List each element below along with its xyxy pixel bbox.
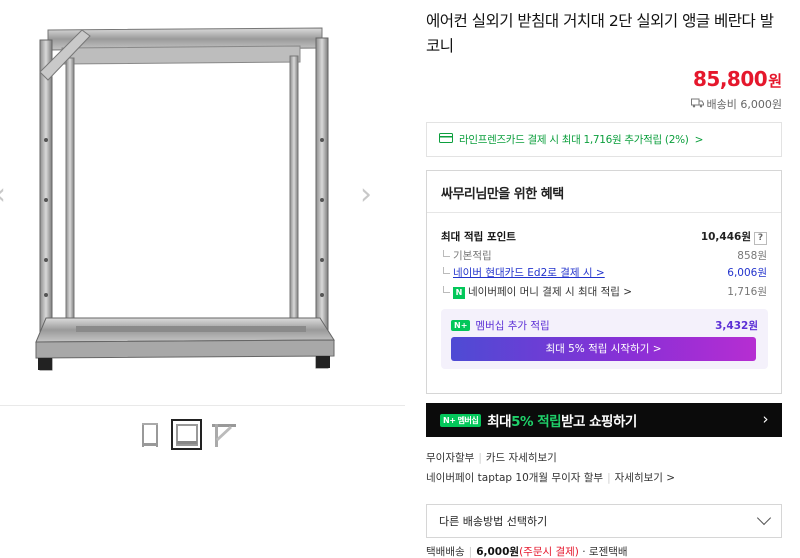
- points-row-value: 1,716원: [727, 286, 767, 298]
- promo-arrow-icon: ›: [762, 410, 769, 428]
- membership-label: 멤버십 추가 적립: [475, 320, 550, 332]
- card-detail-link[interactable]: 카드 자세히보기: [486, 452, 557, 464]
- points-row-value: 858원: [737, 250, 767, 262]
- product-gallery: ‹ ›: [0, 0, 405, 558]
- help-icon[interactable]: ?: [754, 232, 767, 245]
- max-points-row: 최대 적립 포인트 10,446원?: [441, 229, 767, 245]
- price-row: 85,800 원: [693, 67, 782, 91]
- nplus-membership-badge: N+ 멤버십: [440, 413, 482, 427]
- points-row-label: 네이버페이 머니 결제 시 최대 적립 >: [468, 286, 633, 298]
- points-row-card: 네이버 현대카드 Ed2로 결제 시 > 6,006원: [441, 265, 767, 280]
- benefit-box: 싸무리님만을 위한 혜택 최대 적립 포인트 10,446원? 기본적립 858…: [426, 170, 782, 394]
- card-benefit-banner[interactable]: 라인프렌즈카드 결제 시 최대 1,716원 추가적립 (2%) >: [426, 122, 782, 157]
- shipping-fee-text: 배송비 6,000원: [706, 98, 782, 111]
- shipping-type: 택배배송: [426, 546, 465, 558]
- promo-text-highlight: 5% 적립: [511, 414, 562, 430]
- shipping-fee: 배송비 6,000원: [690, 96, 782, 112]
- points-row-label: 기본적립: [441, 248, 492, 263]
- gallery-prev-arrow-icon[interactable]: ‹: [0, 180, 14, 210]
- card-benefit-text: 라인프렌즈카드 결제 시 최대 1,716원 추가적립 (2%): [459, 134, 689, 146]
- membership-box: N+ 멤버십 추가 적립 3,432원 최대 5% 적립 시작하기 >: [441, 309, 768, 369]
- truck-icon: [690, 98, 704, 111]
- points-row-card-link[interactable]: 네이버 현대카드 Ed2로 결제 시 >: [441, 265, 605, 280]
- promo-text-pre: 최대: [487, 414, 512, 430]
- max-points-value: 10,446원: [700, 231, 751, 243]
- product-main-image[interactable]: [0, 0, 405, 392]
- chevron-down-icon: [756, 510, 772, 526]
- npay-detail-link[interactable]: 자세히보기 >: [615, 472, 675, 484]
- gallery-next-arrow-icon[interactable]: ›: [360, 180, 380, 210]
- max-points-label: 최대 적립 포인트: [441, 231, 516, 243]
- installment-line-2: 네이버페이 taptap 10개월 무이자 할부 | 자세히보기 >: [426, 472, 676, 484]
- thumbnail-strip: [134, 419, 239, 453]
- thumbnail-2[interactable]: [171, 419, 202, 450]
- promo-text-post: 받고 쇼핑하기: [561, 414, 637, 430]
- product-title: 에어컨 실외기 받침대 거치대 2단 실외기 앵글 베란다 발코니: [426, 12, 774, 55]
- card-icon: [439, 133, 453, 146]
- shipping-method-select[interactable]: 다른 배송방법 선택하기: [426, 504, 782, 538]
- product-price: 85,800: [693, 67, 768, 91]
- points-row-npay: N 네이버페이 머니 결제 시 최대 적립 > 1,716원: [441, 284, 767, 299]
- shipping-carrier: · 로젠택배: [582, 546, 628, 558]
- points-row-value: 6,006원: [727, 267, 767, 279]
- shipping-method-line: 택배배송 | 6,000원(주문시 결제) · 로젠택배: [426, 546, 628, 558]
- membership-promo-banner[interactable]: N+ 멤버십 최대 5% 적립 받고 쇼핑하기 ›: [426, 403, 782, 437]
- points-row-npay-link[interactable]: N 네이버페이 머니 결제 시 최대 적립 >: [441, 284, 632, 299]
- installment-line-1: 무이자할부 | 카드 자세히보기: [426, 452, 557, 464]
- membership-row: N+ 멤버십 추가 적립 3,432원: [451, 318, 758, 333]
- npay-installment-text: 네이버페이 taptap 10개월 무이자 할부: [426, 472, 604, 484]
- card-benefit-arrow: >: [694, 133, 704, 146]
- membership-value: 3,432원: [715, 320, 758, 332]
- shipping-select-label: 다른 배송방법 선택하기: [439, 515, 548, 528]
- nplus-badge: N+: [451, 320, 471, 331]
- price-unit: 원: [768, 72, 782, 90]
- points-row-basic: 기본적립 858원: [441, 248, 767, 263]
- thumbnail-1[interactable]: [134, 419, 165, 450]
- installment-label: 무이자할부: [426, 452, 475, 464]
- shipping-note: (주문시 결제): [519, 546, 579, 558]
- shipping-cost: 6,000원: [476, 546, 520, 558]
- npay-icon: N: [453, 287, 465, 299]
- benefit-heading: 싸무리님만을 위한 혜택: [427, 171, 781, 213]
- gallery-divider: [0, 405, 405, 406]
- thumbnail-3[interactable]: [208, 419, 239, 450]
- membership-start-button[interactable]: 최대 5% 적립 시작하기 >: [451, 337, 756, 361]
